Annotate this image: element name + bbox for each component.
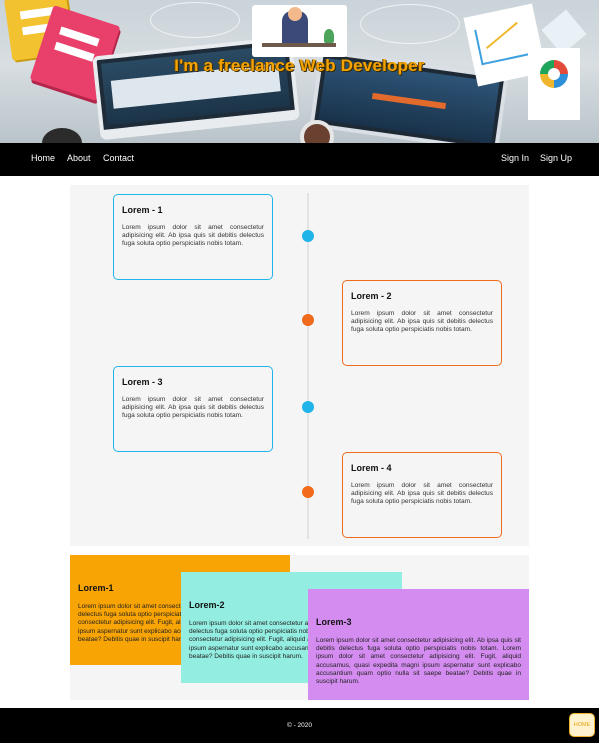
nav-sign-in-link[interactable]: Sign In — [501, 153, 529, 163]
timeline-card-3: Lorem - 3 Lorem ipsum dolor sit amet con… — [113, 366, 273, 452]
timeline-card-1: Lorem - 1 Lorem ipsum dolor sit amet con… — [113, 194, 273, 280]
hero-decoration — [150, 2, 240, 38]
nav-sign-up-link[interactable]: Sign Up — [540, 153, 572, 163]
timeline-card-text: Lorem ipsum dolor sit amet consectetur a… — [122, 224, 264, 248]
nav-about-link[interactable]: About — [67, 153, 91, 163]
hero-decoration — [360, 4, 460, 44]
hero-banner: I'm a freelance Web Developer — [0, 0, 599, 143]
timeline-card-2: Lorem - 2 Lorem ipsum dolor sit amet con… — [342, 280, 502, 366]
navbar: Home About Contact Sign In Sign Up — [0, 143, 599, 176]
timeline-card-title: Lorem - 1 — [122, 205, 163, 215]
color-card-text: Lorem ipsum dolor sit amet consectetur a… — [316, 637, 521, 686]
timeline-card-text: Lorem ipsum dolor sit amet consectetur a… — [351, 310, 493, 334]
timeline-card-4: Lorem - 4 Lorem ipsum dolor sit amet con… — [342, 452, 502, 538]
hero-developer-illustration — [252, 5, 347, 57]
nav-contact-link[interactable]: Contact — [103, 153, 134, 163]
timeline-dot — [302, 401, 314, 413]
hero-title: I'm a freelance Web Developer — [174, 56, 425, 75]
footer-copyright: © - 2020 — [286, 722, 313, 729]
timeline-dot — [302, 314, 314, 326]
timeline-dot — [302, 230, 314, 242]
timeline-card-title: Lorem - 2 — [351, 291, 392, 301]
nav-home-link[interactable]: Home — [31, 153, 55, 163]
timeline-card-title: Lorem - 4 — [351, 463, 392, 473]
footer: © - 2020 — [0, 708, 599, 743]
timeline-section: Lorem - 1 Lorem ipsum dolor sit amet con… — [70, 185, 529, 546]
home-button[interactable]: HOME — [569, 713, 595, 737]
color-card-3: Lorem-3 Lorem ipsum dolor sit amet conse… — [308, 589, 529, 700]
timeline-card-text: Lorem ipsum dolor sit amet consectetur a… — [351, 482, 493, 506]
timeline-card-text: Lorem ipsum dolor sit amet consectetur a… — [122, 396, 264, 420]
hero-cup — [42, 128, 82, 143]
timeline-card-title: Lorem - 3 — [122, 377, 163, 387]
cards-section: Lorem-1 Lorem ipsum dolor sit amet conse… — [70, 555, 529, 700]
color-card-title: Lorem-3 — [316, 617, 352, 627]
timeline-dot — [302, 486, 314, 498]
